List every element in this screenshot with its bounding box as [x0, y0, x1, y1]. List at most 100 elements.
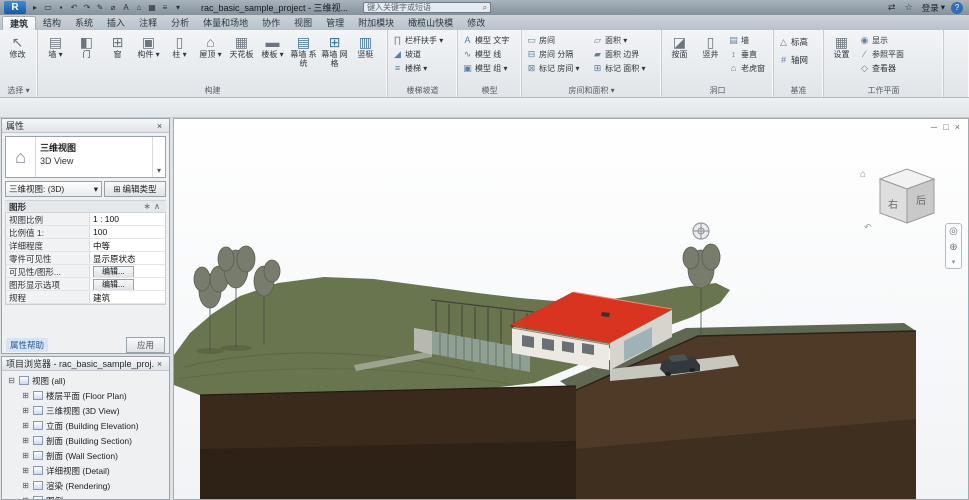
tab-collaborate[interactable]: 协作 — [255, 16, 287, 30]
qat-text-icon[interactable]: A — [120, 1, 132, 14]
set-workplane-button[interactable]: ▦设置 — [826, 31, 857, 84]
mullion-button[interactable]: ▥竖梃 — [350, 31, 381, 84]
tab-view[interactable]: 视图 — [287, 16, 319, 30]
level-button[interactable]: △标高 — [776, 33, 810, 51]
browser-item-legends[interactable]: ⊞图例 — [2, 493, 169, 500]
tab-architecture[interactable]: 建筑 — [2, 16, 36, 30]
panel-label-build[interactable]: 构建 — [38, 85, 387, 97]
qat-open-icon[interactable]: ▸ — [29, 1, 41, 14]
panel-label-model[interactable]: 模型 — [458, 85, 521, 97]
tab-addins[interactable]: 附加模块 — [351, 16, 401, 30]
tab-massing-site[interactable]: 体量和场地 — [196, 16, 255, 30]
browser-item-3d-views[interactable]: ⊞三维视图 (3D View) — [2, 403, 169, 418]
qat-save-icon[interactable]: ▭ — [42, 1, 54, 14]
visibility-graphics-edit-button[interactable]: 编辑... — [93, 266, 134, 277]
detail-level-value[interactable]: 中等 — [90, 239, 165, 251]
wall-button[interactable]: ▤墙 ▾ — [40, 31, 71, 84]
modify-button[interactable]: ↖ 修改 — [2, 31, 33, 84]
tab-modify[interactable]: 修改 — [460, 16, 492, 30]
qat-redo-icon[interactable]: ↷ — [81, 1, 93, 14]
viewcube-rotate-icon[interactable]: ↶ — [864, 222, 872, 233]
help-button[interactable]: ? — [951, 2, 963, 14]
panel-label-select[interactable]: 选择 ▾ — [0, 85, 37, 97]
panel-label-room-area[interactable]: 房间和面积 ▾ — [522, 85, 661, 97]
qat-measure-icon[interactable]: ⌀ — [107, 1, 119, 14]
search-box[interactable]: 键入关键字或短语 ⌕ — [363, 2, 491, 13]
browser-item-floor-plans[interactable]: ⊞楼层平面 (Floor Plan) — [2, 388, 169, 403]
viewcube[interactable]: ⌂ 右 后 ↶ — [860, 163, 946, 233]
apply-button[interactable]: 应用 — [126, 337, 165, 353]
curtain-grid-button[interactable]: ⊞幕墙 网格 — [319, 31, 350, 84]
browser-root-views[interactable]: ⊟ 视图 (all) — [2, 373, 169, 388]
ref-plane-button[interactable]: ∕参照平面 — [857, 47, 906, 61]
room-separator-button[interactable]: ⊟房间 分隔 — [524, 47, 590, 61]
qat-print-icon[interactable]: ✎ — [94, 1, 106, 14]
expander-closed-icon[interactable]: ⊞ — [21, 406, 30, 415]
panel-label-opening[interactable]: 洞口 — [662, 85, 773, 97]
section-pin-icon[interactable]: ∗ — [142, 201, 152, 212]
browser-item-elevations[interactable]: ⊞立面 (Building Elevation) — [2, 418, 169, 433]
component-button[interactable]: ▣构件 ▾ — [133, 31, 164, 84]
properties-close-icon[interactable]: × — [154, 121, 165, 131]
expander-open-icon[interactable]: ⊟ — [7, 376, 16, 385]
model-group-button[interactable]: ▣模型 组 ▾ — [460, 61, 511, 75]
instance-filter-combo[interactable]: 三维视图: (3D) ▾ — [5, 181, 102, 197]
panel-label-workplane[interactable]: 工作平面 — [824, 85, 943, 97]
tab-gls-plugin[interactable]: 橄榄山快模 — [401, 16, 460, 30]
3d-viewport[interactable]: ─ □ × — [173, 118, 969, 500]
exchange-apps-icon[interactable]: ⇄ — [885, 2, 899, 13]
tab-insert[interactable]: 插入 — [100, 16, 132, 30]
tag-room-button[interactable]: ⊠标记 房间 ▾ — [524, 61, 590, 75]
tab-systems[interactable]: 系统 — [68, 16, 100, 30]
area-button[interactable]: ▱面积 ▾ — [590, 33, 647, 47]
project-browser-close-icon[interactable]: × — [154, 359, 165, 369]
stair-button[interactable]: ≡楼梯 ▾ — [390, 61, 445, 75]
qat-section-icon[interactable]: ▦ — [146, 1, 158, 14]
3d-model-scene[interactable] — [174, 119, 969, 500]
model-text-button[interactable]: A模型 文字 — [460, 33, 511, 47]
tag-area-button[interactable]: ⊞标记 面积 ▾ — [590, 61, 647, 75]
app-menu-button[interactable]: R — [4, 1, 26, 14]
qat-thin-lines-icon[interactable]: ≡ — [159, 1, 171, 14]
panel-label-datum[interactable]: 基准 — [774, 85, 823, 97]
opening-by-face-button[interactable]: ◪按面 — [664, 31, 695, 84]
view-minimize-icon[interactable]: ─ — [931, 122, 937, 132]
grid-button[interactable]: #轴网 — [776, 51, 810, 69]
browser-item-building-sections[interactable]: ⊞剖面 (Building Section) — [2, 433, 169, 448]
room-button[interactable]: ▭房间 — [524, 33, 590, 47]
tab-analyze[interactable]: 分析 — [164, 16, 196, 30]
floor-button[interactable]: ▬楼板 ▾ — [257, 31, 288, 84]
navbar-caret-icon[interactable]: ▾ — [952, 258, 956, 266]
viewer-button[interactable]: ◇查看器 — [857, 61, 906, 75]
graphics-section-header[interactable]: 图形 ∗ ∧ — [5, 200, 166, 213]
panel-label-circulation[interactable]: 楼梯坡道 — [388, 85, 457, 97]
view-scale-value[interactable]: 1 : 100 — [90, 213, 165, 225]
qat-customize-caret-icon[interactable]: ▾ — [172, 1, 184, 14]
tab-annotate[interactable]: 注释 — [132, 16, 164, 30]
expander-closed-icon[interactable]: ⊞ — [21, 391, 30, 400]
qat-undo-icon[interactable]: ↶ — [68, 1, 80, 14]
dormer-button[interactable]: ⌂老虎窗 — [726, 61, 767, 75]
show-workplane-button[interactable]: ◉显示 — [857, 33, 906, 47]
tab-manage[interactable]: 管理 — [319, 16, 351, 30]
view-close-icon[interactable]: × — [955, 122, 960, 132]
properties-help-link[interactable]: 属性帮助 — [6, 338, 48, 352]
expander-closed-icon[interactable]: ⊞ — [21, 436, 30, 445]
shaft-button[interactable]: ▯竖井 — [695, 31, 726, 84]
section-collapse-icon[interactable]: ∧ — [152, 201, 162, 212]
zoom-icon[interactable]: ⊕ — [949, 242, 957, 254]
edit-type-button[interactable]: ⊞ 编辑类型 — [104, 181, 166, 197]
window-button[interactable]: ⊞窗 — [102, 31, 133, 84]
discipline-value[interactable]: 建筑 — [90, 291, 165, 303]
area-boundary-button[interactable]: ▰面积 边界 — [590, 47, 647, 61]
scale-value[interactable]: 100 — [90, 226, 165, 238]
model-line-button[interactable]: ∿模型 线 — [460, 47, 511, 61]
signin-button[interactable]: 登录 ▾ — [919, 2, 948, 14]
expander-closed-icon[interactable]: ⊞ — [21, 451, 30, 460]
parts-visibility-value[interactable]: 显示原状态 — [90, 252, 165, 264]
expander-closed-icon[interactable]: ⊞ — [21, 421, 30, 430]
roof-button[interactable]: ⌂屋顶 ▾ — [195, 31, 226, 84]
ramp-button[interactable]: ◢坡道 — [390, 47, 445, 61]
expander-closed-icon[interactable]: ⊞ — [21, 481, 30, 490]
favorites-star-icon[interactable]: ☆ — [902, 2, 916, 13]
